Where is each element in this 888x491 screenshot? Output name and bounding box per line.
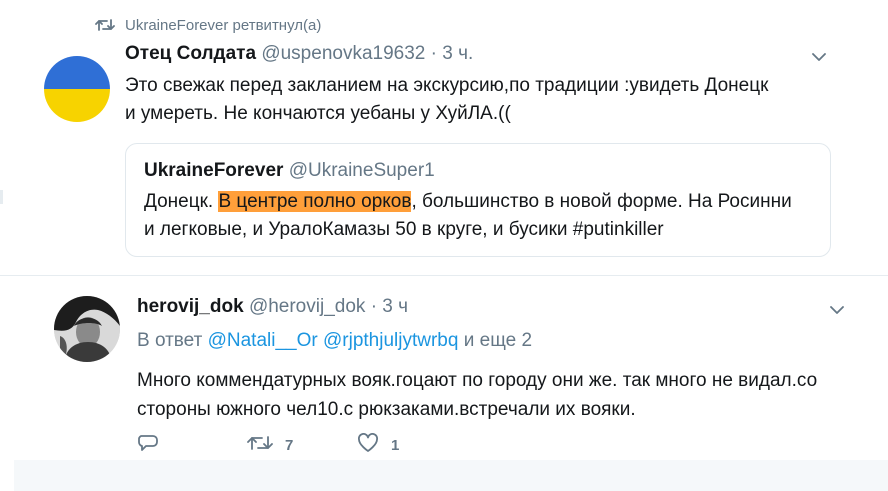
author-handle[interactable]: @uspenovka19632 (261, 43, 425, 64)
mention-link[interactable]: @Natali__Or (208, 330, 318, 351)
next-item-strip (14, 460, 888, 491)
author-name[interactable]: Отец Солдата (125, 43, 256, 64)
tweet-actions: 7 1 (137, 432, 467, 458)
retweet-context: UkraineForever ретвитнул(а) (95, 14, 321, 36)
quoted-text-line: Донецк. В центре полно орков, большинств… (144, 188, 824, 216)
tweet-text: Много коммендатурных вояк.гоцают по горо… (137, 366, 857, 424)
tweet-text-line: стороны южного чел10.с рюкзаками.встреча… (137, 399, 636, 420)
tweet-time[interactable]: 3 ч. (442, 43, 473, 64)
author-name[interactable]: herovij_dok (137, 296, 244, 317)
tweet-text: Это свежак перед закланием на экскурсию,… (125, 72, 815, 128)
retweet-count: 7 (285, 436, 294, 454)
quoted-tweet[interactable]: UkraineForever @UkraineSuper1 Донецк. В … (125, 143, 831, 257)
tweet-text-line: Много коммендатурных вояк.гоцают по горо… (137, 370, 818, 391)
retweet-icon (95, 17, 115, 33)
chevron-down-icon[interactable] (812, 49, 826, 67)
tweet-text-line: и умереть. Не кончаются уебаны у ХуйЛА.(… (125, 103, 511, 124)
avatar[interactable] (44, 56, 110, 122)
heart-icon (357, 433, 379, 457)
tweet-header: Отец Солдата @uspenovka19632 · 3 ч. (125, 43, 473, 65)
retweet-context-text[interactable]: UkraineForever ретвитнул(а) (125, 17, 321, 34)
separator-dot: · (430, 43, 437, 64)
quoted-text-start: Донецк. (144, 191, 219, 212)
separator-dot: · (370, 296, 378, 317)
highlighted-text: В центре полно орков (218, 191, 412, 212)
like-button[interactable]: 1 (357, 433, 467, 457)
quoted-author-name: UkraineForever (144, 160, 284, 181)
reply-prefix: В ответ (137, 330, 203, 351)
author-handle[interactable]: @herovij_dok (249, 296, 365, 317)
reply-button[interactable] (137, 433, 247, 457)
like-count: 1 (391, 436, 400, 454)
quoted-author-handle: @UkraineSuper1 (288, 160, 435, 181)
tweet-text-line: Это свежак перед закланием на экскурсию,… (125, 75, 769, 96)
retweet-button[interactable]: 7 (247, 433, 357, 457)
avatar[interactable] (54, 296, 120, 362)
tweet-header: herovij_dok @herovij_dok · 3 ч (137, 296, 408, 318)
reply-more[interactable]: и еще 2 (464, 330, 532, 351)
tweet-divider (0, 275, 888, 276)
chevron-down-icon[interactable] (830, 302, 844, 320)
reply-context: В ответ @Natali__Or @rjpthjuljytwrbq и е… (137, 330, 532, 352)
flag-blue-stripe (44, 56, 110, 89)
quoted-text-end: , большинство в новой форме. На Росинни (411, 191, 792, 212)
reply-icon (137, 433, 159, 457)
edge-marker (0, 190, 3, 204)
tweet-time[interactable]: 3 ч (382, 296, 408, 317)
mention-link[interactable]: @rjpthjuljytwrbq (323, 330, 458, 351)
quoted-text: Донецк. В центре полно орков, большинств… (144, 188, 824, 244)
retweet-icon (247, 433, 273, 457)
quoted-header: UkraineForever @UkraineSuper1 (144, 160, 435, 182)
flag-yellow-stripe (44, 89, 110, 122)
quoted-text-line: и легковые, и УралоКамазы 50 в круге, и … (144, 219, 664, 240)
